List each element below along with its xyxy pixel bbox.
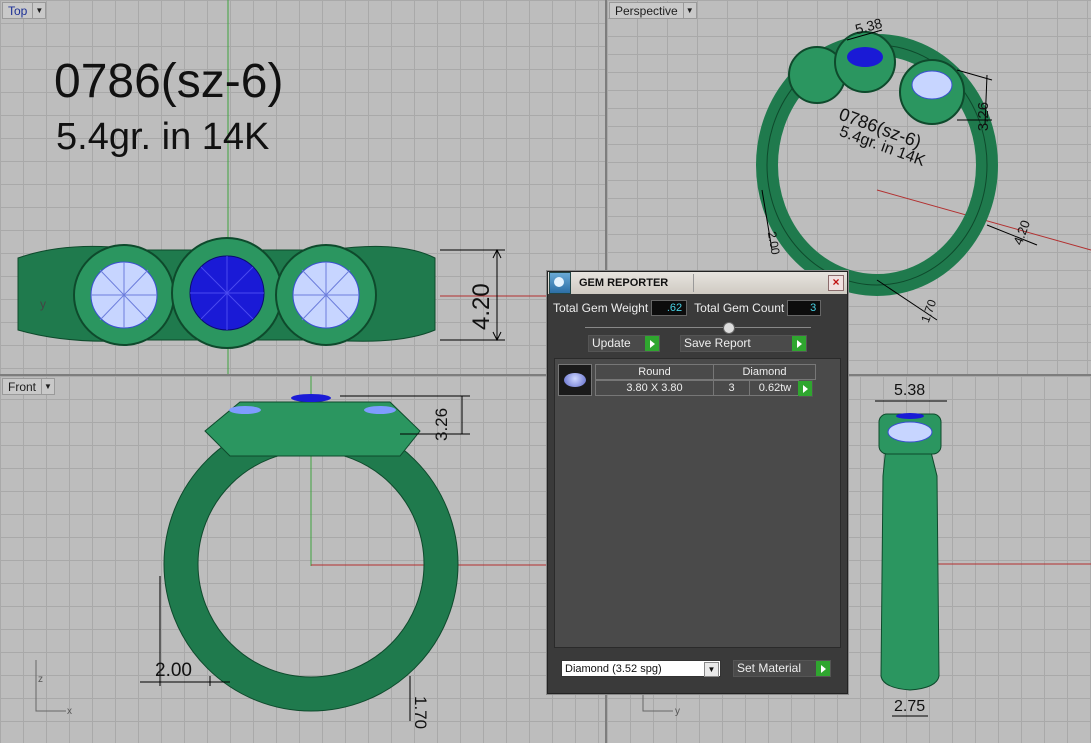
set-material-button-label: Set Material [737,661,802,675]
play-arrow-icon [645,336,659,351]
dimension-right-bottom: 2.75 [894,698,926,715]
dimension-front-height: 3.26 [432,407,451,441]
chevron-down-icon[interactable]: ▼ [683,2,697,19]
viewport-top[interactable]: y Top ▼ 0786(sz-6) 5.4gr. in 14K 4.20 [0,0,605,374]
viewport-label-top[interactable]: Top ▼ [2,2,47,19]
update-button[interactable]: Update [588,335,660,352]
play-arrow-icon [816,661,830,676]
chevron-down-icon[interactable]: ▼ [704,662,719,677]
total-gem-count-value: 3 [787,300,822,316]
viewport-label-front[interactable]: Front ▼ [2,378,56,395]
gem-size-cell: 3.80 X 3.80 [595,380,714,396]
dimension-persp-side: 3.26 [975,101,993,132]
play-arrow-icon [792,336,806,351]
gem-row-go-button[interactable] [798,380,813,397]
material-select[interactable]: Diamond (3.52 spg) ▼ [561,660,721,677]
axis-y-label-right: y [675,706,680,717]
detail-slider[interactable] [585,322,811,334]
ring-side-right [880,435,940,691]
dimension-front-shank: 2.00 [155,660,192,681]
gem-list[interactable]: Round Diamond 3.80 X 3.80 3 0.62tw [554,358,841,648]
gem-reporter-title: GEM REPORTER [579,277,669,289]
total-gem-count-label: Total Gem Count [694,301,785,315]
note-weight: 5.4gr. in 14K [56,116,270,158]
save-report-button[interactable]: Save Report [680,335,807,352]
front-view-canvas [35,376,605,721]
material-select-value: Diamond (3.52 spg) [565,663,662,675]
axis-x-label: x [67,706,72,717]
close-icon[interactable]: × [828,275,844,291]
gem-weight-cell: 0.62tw [749,380,801,396]
viewport-front[interactable]: Front ▼ 3.26 2.00 1.70 z x [0,376,605,743]
play-arrow-icon [798,381,812,396]
gem-type-cell: Diamond [713,364,816,380]
total-gem-weight-label: Total Gem Weight [553,301,649,315]
viewport-label-perspective[interactable]: Perspective ▼ [609,2,697,19]
chevron-down-icon[interactable]: ▼ [33,2,47,19]
save-report-button-label: Save Report [684,336,751,350]
axis-z-label: z [38,674,43,685]
dimension-front-bottom: 1.70 [411,696,430,730]
totals-row: Total Gem Weight .62 Total Gem Count 3 [553,300,822,316]
update-button-label: Update [592,336,631,350]
gem-reporter-panel[interactable]: GEM REPORTER × Total Gem Weight .62 Tota… [547,271,848,694]
gem-shape-cell: Round [595,364,714,380]
axis-y-label-top: y [40,297,46,311]
round-gem-icon [558,364,592,396]
set-material-button[interactable]: Set Material [733,660,831,677]
slider-handle[interactable] [723,322,735,334]
gem-reporter-titlebar[interactable]: GEM REPORTER × [548,272,847,294]
chevron-down-icon[interactable]: ▼ [42,378,56,395]
total-gem-weight-value: .62 [651,300,688,316]
note-title: 0786(sz-6) [54,55,284,108]
titlebar-divider [693,274,694,292]
dimension-top-height: 4.20 [468,283,495,330]
gem-reporter-app-icon [549,272,571,294]
gem-count-cell: 3 [713,380,750,396]
dimension-right-top: 5.38 [894,382,926,399]
